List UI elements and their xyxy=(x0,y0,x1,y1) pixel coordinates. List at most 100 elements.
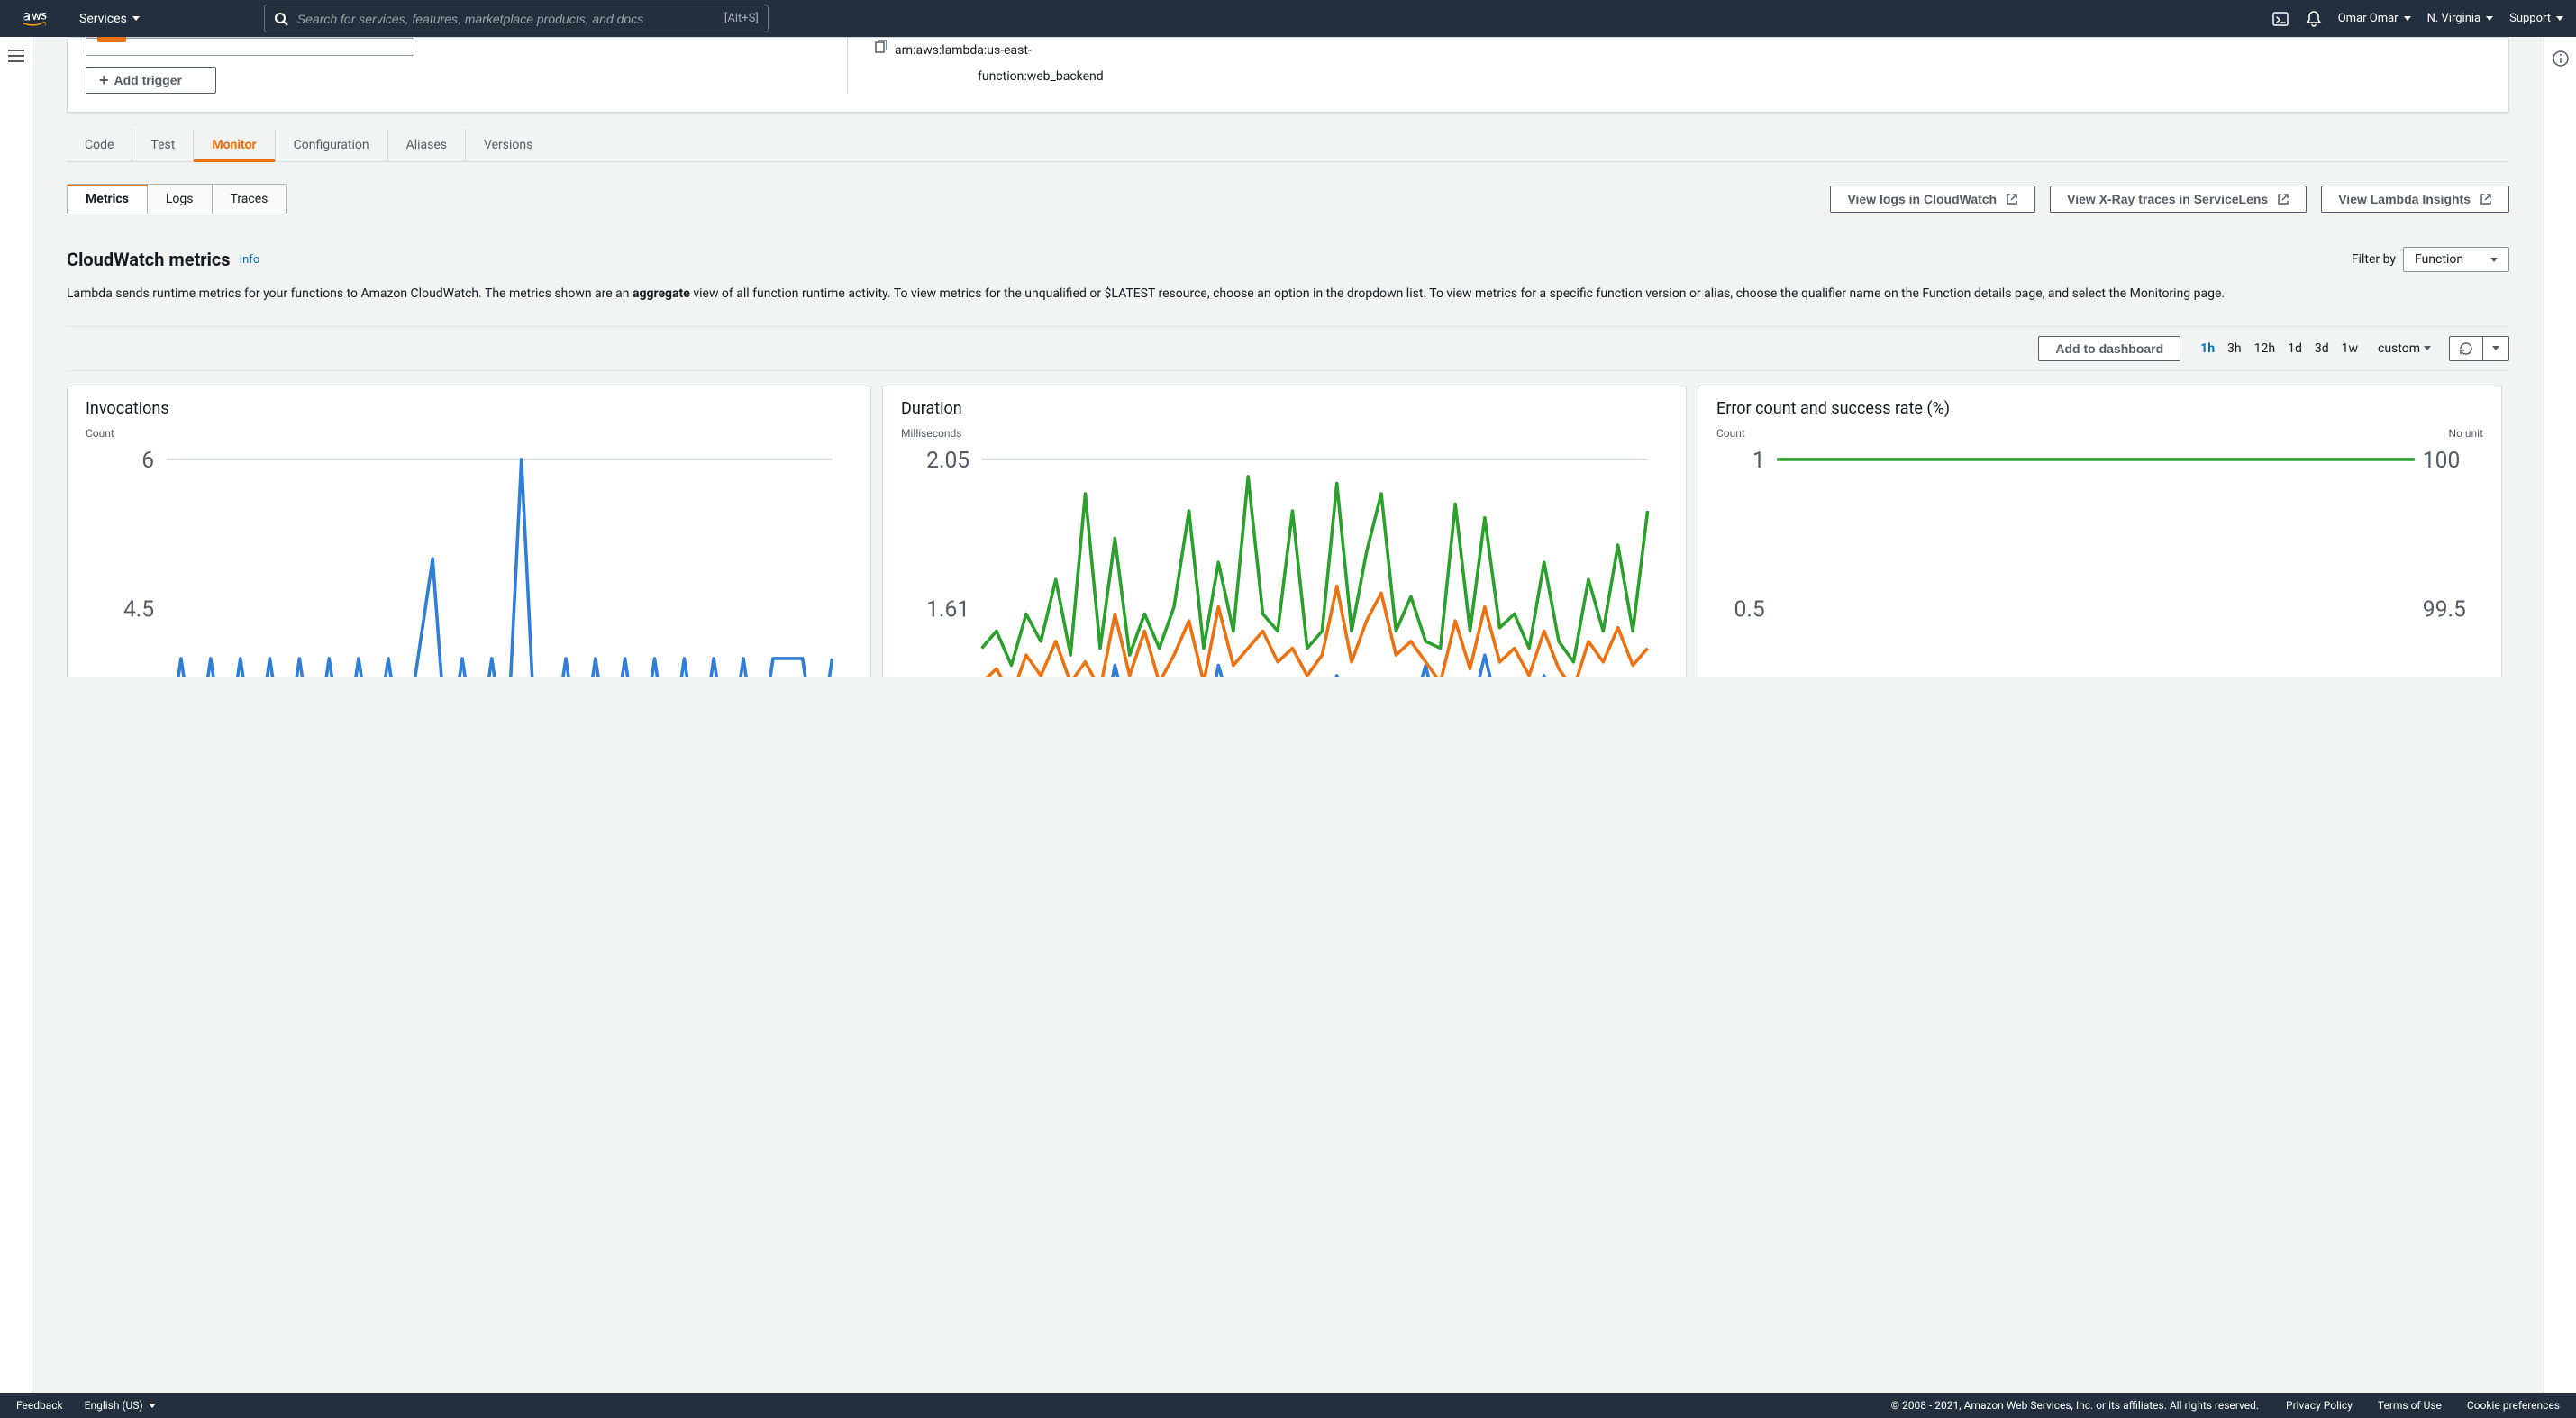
add-trigger-button[interactable]: + Add trigger xyxy=(86,67,216,94)
nav-right: Omar Omar N. Virginia Support xyxy=(2271,10,2563,28)
tab-versions[interactable]: Versions xyxy=(465,129,551,161)
support-label: Support xyxy=(2509,12,2551,25)
privacy-link[interactable]: Privacy Policy xyxy=(2286,1399,2353,1412)
range-3d[interactable]: 3d xyxy=(2315,341,2329,356)
terms-link[interactable]: Terms of Use xyxy=(2378,1399,2442,1412)
filter-by-dropdown[interactable]: Function xyxy=(2403,247,2509,272)
chart-unit-left: Count xyxy=(1716,427,1745,440)
caret-down-icon xyxy=(2486,16,2493,21)
tab-configuration[interactable]: Configuration xyxy=(275,129,387,161)
tab-aliases[interactable]: Aliases xyxy=(387,129,465,161)
hamburger-icon[interactable] xyxy=(8,50,24,1393)
region-name: N. Virginia xyxy=(2427,12,2481,25)
feedback-link[interactable]: Feedback xyxy=(16,1399,63,1412)
function-tabs: Code Test Monitor Configuration Aliases … xyxy=(67,129,2509,162)
cookie-preferences-link[interactable]: Cookie preferences xyxy=(2467,1399,2560,1412)
view-xray-button[interactable]: View X-Ray traces in ServiceLens xyxy=(2050,186,2307,213)
caret-down-icon xyxy=(2490,258,2498,262)
cloudwatch-title: CloudWatch metrics xyxy=(67,249,231,270)
range-3h[interactable]: 3h xyxy=(2227,341,2242,356)
range-custom[interactable]: custom xyxy=(2378,341,2431,356)
search-icon xyxy=(274,12,288,26)
range-1w[interactable]: 1w xyxy=(2342,341,2358,356)
notifications-icon[interactable] xyxy=(2306,10,2322,28)
time-range-picker: 1h 3h 12h 1d 3d 1w xyxy=(2200,341,2358,356)
left-rail xyxy=(0,37,32,1393)
cloudwatch-description: Lambda sends runtime metrics for your fu… xyxy=(67,285,2509,305)
tab-code[interactable]: Code xyxy=(67,129,132,161)
monitor-toolbar: Metrics Logs Traces View logs in CloudWa… xyxy=(67,184,2509,214)
services-label: Services xyxy=(79,12,127,26)
trigger-box[interactable] xyxy=(86,38,414,56)
external-link-icon xyxy=(2006,193,2018,205)
caret-down-icon xyxy=(2424,346,2431,350)
footer: Feedback English (US) © 2008 - 2021, Ama… xyxy=(0,1393,2576,1418)
charts-grid: Invocations Count 64.5302:3002:4503:0003… xyxy=(67,380,2502,677)
account-name: Omar Omar xyxy=(2338,12,2399,25)
external-link-icon xyxy=(2277,193,2289,205)
view-logs-cloudwatch-button[interactable]: View logs in CloudWatch xyxy=(1830,186,2035,213)
info-link[interactable]: Info xyxy=(240,253,260,267)
svg-text:2.05: 2.05 xyxy=(926,448,969,474)
add-to-dashboard-button[interactable]: Add to dashboard xyxy=(2038,336,2180,361)
add-trigger-label: Add trigger xyxy=(114,73,182,87)
search-input[interactable] xyxy=(288,12,724,26)
cloudwatch-header: CloudWatch metrics Info Filter by Functi… xyxy=(67,247,2509,272)
caret-down-icon xyxy=(2492,346,2499,350)
refresh-group xyxy=(2449,336,2509,361)
info-panel-icon[interactable] xyxy=(2552,50,2570,1393)
global-search[interactable]: [Alt+S] xyxy=(264,5,769,32)
tab-test[interactable]: Test xyxy=(132,129,193,161)
support-menu[interactable]: Support xyxy=(2509,12,2563,25)
copyright: © 2008 - 2021, Amazon Web Services, Inc.… xyxy=(1891,1399,2259,1412)
chart-plot: 64.5302:3002:4503:0003:15 xyxy=(86,443,852,677)
chart-plot: 2.051.611.1802:3002:4503:0003:15 xyxy=(901,443,1668,677)
account-menu[interactable]: Omar Omar xyxy=(2338,12,2411,25)
charts-scroll[interactable]: Invocations Count 64.5302:3002:4503:0003… xyxy=(67,380,2509,677)
svg-text:6: 6 xyxy=(141,448,154,474)
search-shortcut-hint: [Alt+S] xyxy=(724,12,759,25)
filter-by-value: Function xyxy=(2415,252,2463,267)
caret-down-icon xyxy=(132,16,140,21)
chart-plot: 10.5010099.59902:3002:4503:0003:15 xyxy=(1716,443,2483,677)
chart-unit: Milliseconds xyxy=(901,427,1668,440)
svg-text:1: 1 xyxy=(1752,448,1765,474)
range-1h[interactable]: 1h xyxy=(2200,341,2215,356)
subtab-logs[interactable]: Logs xyxy=(147,185,212,214)
services-menu[interactable]: Services xyxy=(72,12,147,26)
range-12h[interactable]: 12h xyxy=(2254,341,2275,356)
chart-unit-right: No unit xyxy=(2449,427,2483,440)
chart-title: Error count and success rate (%) xyxy=(1716,399,2483,418)
refresh-options-button[interactable] xyxy=(2482,337,2508,360)
cloudshell-icon[interactable] xyxy=(2271,10,2289,28)
caret-down-icon xyxy=(2556,16,2563,21)
subtab-traces[interactable]: Traces xyxy=(212,185,287,214)
right-rail xyxy=(2544,37,2576,1393)
svg-text:100: 100 xyxy=(2423,448,2461,474)
svg-text:99.5: 99.5 xyxy=(2423,596,2466,623)
svg-text:0.5: 0.5 xyxy=(1734,596,1765,623)
plus-icon: + xyxy=(99,72,109,88)
copy-icon[interactable] xyxy=(873,40,887,58)
global-nav: Services [Alt+S] Omar Omar N. Virginia S… xyxy=(0,0,2576,37)
region-menu[interactable]: N. Virginia xyxy=(2427,12,2494,25)
chart-invocations: Invocations Count 64.5302:3002:4503:0003… xyxy=(67,386,871,677)
range-1d[interactable]: 1d xyxy=(2288,341,2302,356)
external-link-icon xyxy=(2480,193,2492,205)
subtab-metrics[interactable]: Metrics xyxy=(68,185,147,214)
chart-errors: Error count and success rate (%) Count N… xyxy=(1698,386,2502,677)
svg-text:1.61: 1.61 xyxy=(926,596,969,623)
view-lambda-insights-button[interactable]: View Lambda Insights xyxy=(2321,186,2509,213)
caret-down-icon xyxy=(149,1404,156,1408)
aws-logo[interactable] xyxy=(13,11,52,27)
function-arn: arn:aws:lambda:us-east- function:web_bac… xyxy=(895,38,1104,91)
chart-title: Invocations xyxy=(86,399,852,418)
tab-monitor[interactable]: Monitor xyxy=(193,129,274,161)
refresh-button[interactable] xyxy=(2450,337,2482,360)
chart-unit: Count xyxy=(86,427,852,440)
caret-down-icon xyxy=(2404,16,2411,21)
main-scroll[interactable]: + Add trigger arn:aws:lambda:us-east- fu… xyxy=(32,37,2544,1393)
monitor-subtabs: Metrics Logs Traces xyxy=(67,184,287,214)
chart-duration: Duration Milliseconds 2.051.611.1802:300… xyxy=(882,386,1687,677)
language-menu[interactable]: English (US) xyxy=(85,1399,156,1412)
